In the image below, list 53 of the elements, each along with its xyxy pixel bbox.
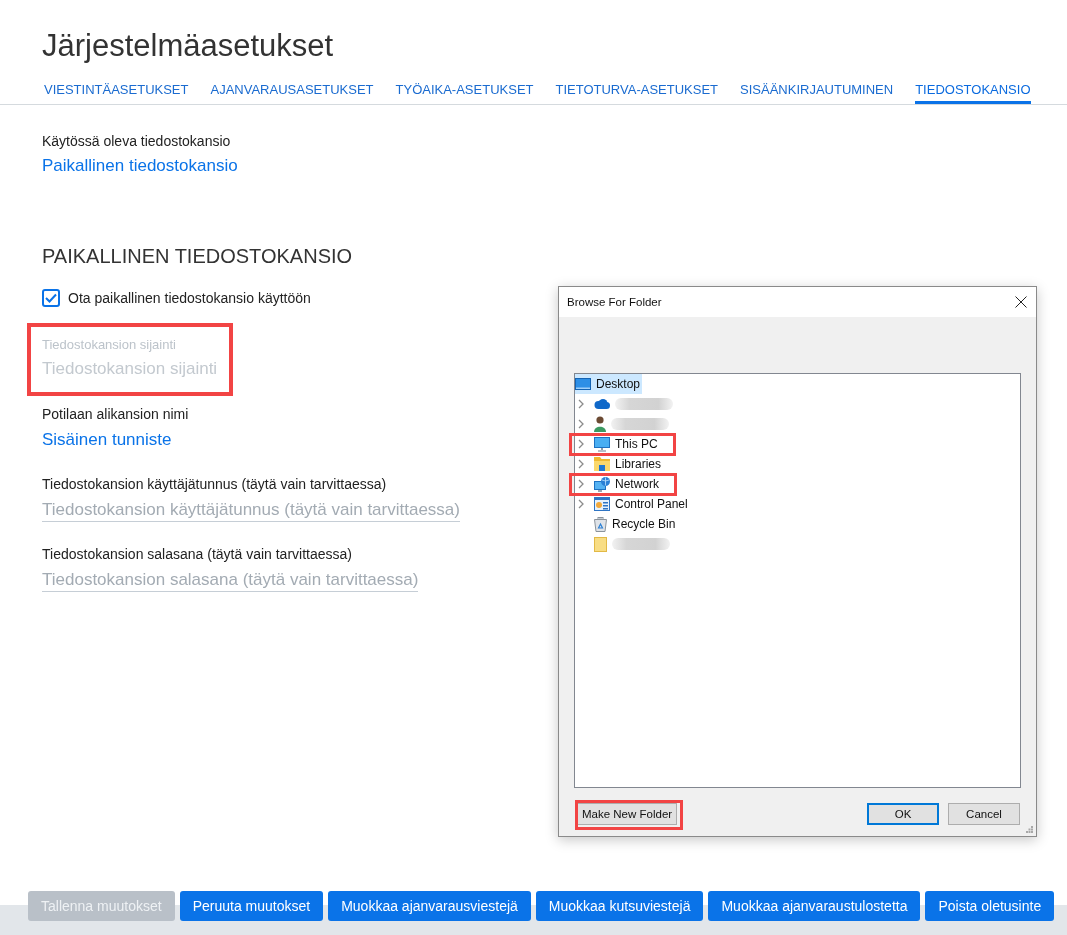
control-panel-icon: [594, 497, 610, 511]
chevron-right-icon[interactable]: [578, 399, 584, 409]
field-label: Potilaan alikansion nimi: [42, 405, 189, 424]
dropdown[interactable]: Sisäinen tunniste: [42, 428, 172, 452]
action-button[interactable]: Poista oletusinte: [925, 891, 1055, 921]
checkmark-icon: [45, 293, 57, 303]
close-icon[interactable]: [1015, 296, 1027, 308]
input-field[interactable]: Tiedostokansion käyttäjätunnus (täytä vain tarvittaessa): [42, 499, 460, 522]
chevron-right-icon[interactable]: [578, 479, 584, 489]
field-label: Käytössä oleva tiedostokansio: [42, 132, 231, 151]
dropdown[interactable]: Paikallinen tiedostokansio: [42, 154, 238, 178]
monitor-icon: [594, 436, 610, 452]
tree-item[interactable]: Network: [594, 474, 661, 494]
input-field[interactable]: Tiedostokansion salasana (täytä vain tarvittaessa): [42, 569, 419, 592]
tree-item[interactable]: [594, 414, 671, 434]
tree-item[interactable]: Libraries: [594, 454, 664, 474]
action-button[interactable]: Muokkaa ajanvarausviestejä: [328, 891, 531, 921]
tree-item[interactable]: Recycle Bin: [594, 514, 678, 534]
settings-tab[interactable]: TYÖAIKA-ASETUKSET: [395, 82, 534, 104]
checkbox[interactable]: [42, 289, 60, 307]
field-label: Tiedostokansion salasana (täytä vain tarvittaessa): [42, 545, 352, 564]
resize-grip-icon[interactable]: [1026, 826, 1033, 833]
chevron-right-icon[interactable]: [578, 439, 584, 449]
globe-monitor-icon: [594, 476, 610, 492]
user-icon: [594, 416, 606, 432]
library-folder-icon: [594, 457, 610, 471]
settings-tab[interactable]: VIESTINTÄASETUKSET: [44, 82, 189, 104]
field-label: Tiedostokansion sijainti: [42, 336, 176, 354]
dialog-title: Browse For Folder: [567, 296, 662, 308]
screen-icon: [575, 378, 591, 390]
dialog-button[interactable]: Cancel: [948, 803, 1020, 825]
field-label: Tiedostokansion käyttäjätunnus (täytä vain tarvittaessa): [42, 475, 387, 494]
dialog-button[interactable]: OK: [867, 803, 939, 825]
chevron-right-icon[interactable]: [578, 499, 584, 509]
dialog-button[interactable]: Make New Folder: [577, 803, 678, 825]
tree-item[interactable]: Control Panel: [594, 494, 690, 514]
action-button[interactable]: Peruuta muutokset: [179, 891, 324, 921]
settings-tab[interactable]: AJANVARAUSASETUKSET: [210, 82, 374, 104]
action-button[interactable]: Muokkaa kutsuviestejä: [535, 891, 704, 921]
settings-tab[interactable]: SISÄÄNKIRJAUTUMINEN: [740, 82, 894, 104]
settings-tab[interactable]: TIETOTURVA-ASETUKSET: [555, 82, 719, 104]
trash-bin-icon: [594, 516, 607, 532]
tree-item[interactable]: This PC: [594, 434, 660, 454]
checkbox-label[interactable]: Ota paikallinen tiedostokansio käyttöön: [68, 288, 311, 308]
tree-item[interactable]: Desktop: [575, 374, 643, 394]
section-heading: PAIKALLINEN TIEDOSTOKANSIO: [42, 244, 353, 269]
page-title: Järjestelmäasetukset: [42, 27, 334, 65]
folder-icon: [594, 536, 607, 552]
settings-tab[interactable]: TIEDOSTOKANSIO: [915, 82, 1031, 104]
chevron-right-icon[interactable]: [578, 459, 584, 469]
cloud-icon: [594, 399, 610, 409]
action-button[interactable]: Muokkaa ajanvaraustulostetta: [708, 891, 921, 921]
chevron-right-icon[interactable]: [578, 419, 584, 429]
